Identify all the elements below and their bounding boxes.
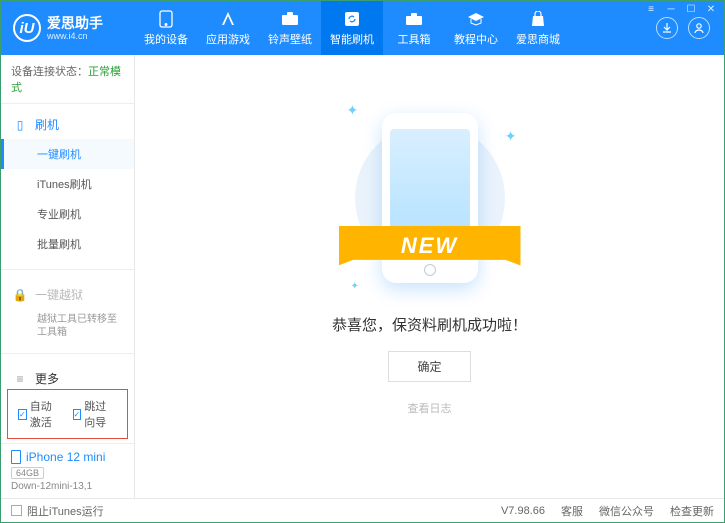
options-checkbox-row: ✓ 自动激活 ✓ 跳过向导	[7, 389, 128, 439]
graduation-icon	[467, 10, 485, 28]
sidebar-item-oneclick-flash[interactable]: 一键刷机	[1, 139, 134, 169]
nav-apps-games[interactable]: 应用游戏	[197, 1, 259, 55]
device-name: iPhone 12 mini	[11, 450, 124, 464]
minimize-icon[interactable]: ─	[664, 3, 678, 15]
success-message: 恭喜您，保资料刷机成功啦！	[332, 314, 527, 335]
nav-label: 我的设备	[144, 31, 188, 47]
status-label: 设备连接状态：	[11, 66, 88, 78]
footer: 阻止iTunes运行 V7.98.66 客服 微信公众号 检查更新	[1, 498, 724, 522]
checkbox-icon: ✓	[73, 409, 82, 420]
nav-ringtone-wallpaper[interactable]: 铃声壁纸	[259, 1, 321, 55]
maximize-icon[interactable]: ☐	[684, 3, 698, 15]
download-button[interactable]	[656, 17, 678, 39]
connection-status: 设备连接状态：正常模式	[1, 55, 134, 104]
logo-icon: iU	[13, 14, 41, 42]
phone-icon: ▯	[13, 118, 27, 132]
checkbox-auto-activate[interactable]: ✓ 自动激活	[18, 398, 63, 430]
section-label: 刷机	[35, 116, 59, 133]
ok-button[interactable]: 确定	[388, 351, 470, 382]
sidebar-section-flash[interactable]: ▯ 刷机	[1, 110, 134, 139]
lock-icon: 🔒	[13, 288, 27, 302]
device-identifier: Down-12mini-13,1	[11, 481, 124, 492]
success-illustration: ✦ ✦ ✦ NEW	[365, 108, 495, 288]
nav-tutorials[interactable]: 教程中心	[445, 1, 507, 55]
nav-label: 工具箱	[398, 31, 431, 47]
checkbox-block-itunes[interactable]: 阻止iTunes运行	[11, 503, 104, 519]
wechat-link[interactable]: 微信公众号	[599, 503, 654, 519]
checkbox-skip-guide[interactable]: ✓ 跳过向导	[73, 398, 118, 430]
jailbreak-note: 越狱工具已转移至工具箱	[1, 309, 134, 343]
sidebar-section-jailbreak: 🔒 一键越狱	[1, 280, 134, 309]
checkbox-icon: ✓	[18, 409, 27, 420]
chk-label: 跳过向导	[84, 398, 117, 430]
sidebar-section-more[interactable]: ≡ 更多	[1, 364, 134, 385]
refresh-icon	[343, 10, 361, 28]
sidebar: 设备连接状态：正常模式 ▯ 刷机 一键刷机 iTunes刷机 专业刷机 批量刷机…	[1, 55, 135, 498]
chk-label: 自动激活	[30, 398, 63, 430]
top-nav: 我的设备 应用游戏 铃声壁纸 智能刷机 工具箱 教程中心 爱思商城	[135, 1, 642, 55]
toolbox-icon	[405, 10, 423, 28]
nav-toolbox[interactable]: 工具箱	[383, 1, 445, 55]
briefcase-icon	[281, 10, 299, 28]
nav-my-device[interactable]: 我的设备	[135, 1, 197, 55]
app-header: ≡ ─ ☐ ✕ iU 爱思助手 www.i4.cn 我的设备 应用游戏 铃声壁纸…	[1, 1, 724, 55]
sidebar-item-pro-flash[interactable]: 专业刷机	[1, 199, 134, 229]
section-label: 更多	[35, 370, 59, 385]
close-icon[interactable]: ✕	[704, 3, 718, 15]
support-link[interactable]: 客服	[561, 503, 583, 519]
bag-icon	[529, 10, 547, 28]
sidebar-item-batch-flash[interactable]: 批量刷机	[1, 229, 134, 259]
section-label: 一键越狱	[35, 286, 83, 303]
menu-icon: ≡	[13, 372, 27, 386]
new-banner: NEW	[339, 226, 521, 266]
app-icon	[219, 10, 237, 28]
nav-label: 教程中心	[454, 31, 498, 47]
phone-icon	[157, 10, 175, 28]
menu-icon[interactable]: ≡	[644, 3, 658, 15]
app-url: www.i4.cn	[47, 31, 103, 41]
user-button[interactable]	[688, 17, 710, 39]
app-title: 爱思助手	[47, 15, 103, 31]
sidebar-item-itunes-flash[interactable]: iTunes刷机	[1, 169, 134, 199]
nav-smart-flash[interactable]: 智能刷机	[321, 1, 383, 55]
nav-store[interactable]: 爱思商城	[507, 1, 569, 55]
header-right	[642, 17, 724, 39]
view-log-link[interactable]: 查看日志	[408, 400, 452, 416]
nav-label: 应用游戏	[206, 31, 250, 47]
check-update-link[interactable]: 检查更新	[670, 503, 714, 519]
device-icon	[11, 450, 21, 464]
main-content: ✦ ✦ ✦ NEW 恭喜您，保资料刷机成功啦！ 确定 查看日志	[135, 55, 724, 498]
logo-area: iU 爱思助手 www.i4.cn	[1, 14, 135, 42]
storage-badge: 64GB	[11, 467, 44, 479]
checkbox-icon	[11, 505, 22, 516]
chk-label: 阻止iTunes运行	[27, 503, 104, 519]
nav-label: 智能刷机	[330, 31, 374, 47]
version-label: V7.98.66	[501, 505, 545, 517]
window-controls: ≡ ─ ☐ ✕	[644, 3, 718, 15]
nav-label: 铃声壁纸	[268, 31, 312, 47]
nav-label: 爱思商城	[516, 31, 560, 47]
device-block[interactable]: iPhone 12 mini 64GB Down-12mini-13,1	[1, 443, 134, 498]
